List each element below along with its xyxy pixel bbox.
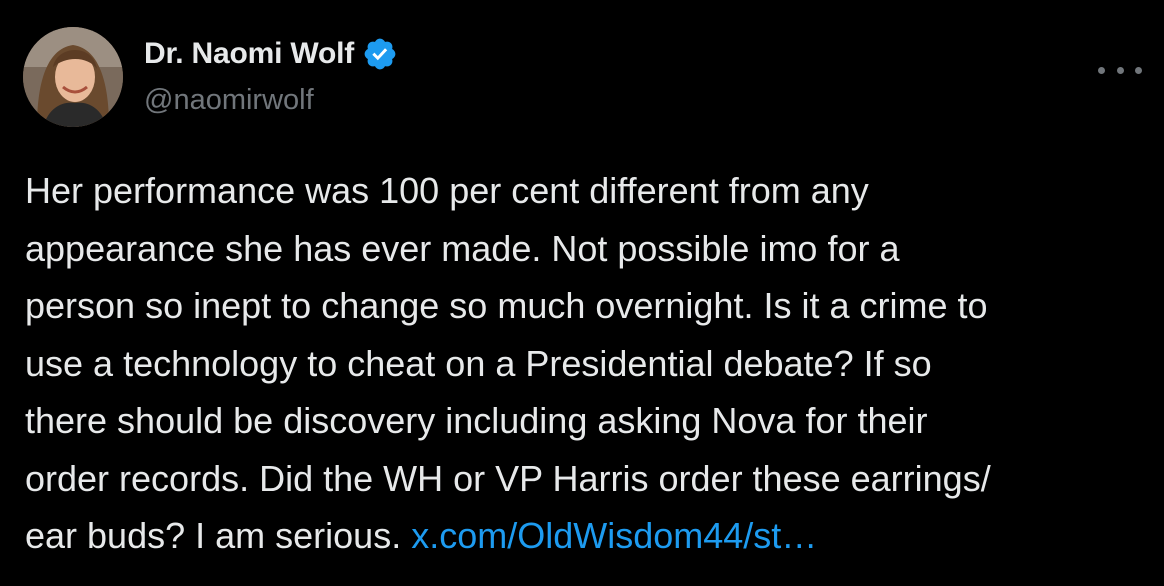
tweet-text-line: appearance she has ever made. Not possib… xyxy=(25,227,900,269)
avatar[interactable] xyxy=(23,27,123,127)
author-handle[interactable]: @naomirwolf xyxy=(144,84,314,117)
tweet: Dr. Naomi Wolf @naomirwolf Her performan… xyxy=(0,0,1164,586)
tweet-text-line: order records. Did the WH or VP Harris o… xyxy=(25,457,991,499)
tweet-text-line: there should be discovery including aski… xyxy=(25,400,928,441)
more-dot xyxy=(1098,66,1105,74)
tweet-link[interactable]: x.com/OldWisdom44/st… xyxy=(411,515,817,556)
verified-badge-icon[interactable] xyxy=(362,36,398,72)
author-display-name[interactable]: Dr. Naomi Wolf xyxy=(144,37,354,71)
tweet-text-line: person so inept to change so much overni… xyxy=(25,285,988,326)
more-dot xyxy=(1135,66,1142,74)
tweet-text: Her performance was 100 per cent differe… xyxy=(25,162,1155,565)
tweet-text-line: Her performance was 100 per cent differe… xyxy=(25,170,869,211)
tweet-text-line: use a technology to cheat on a President… xyxy=(25,342,932,384)
more-dot xyxy=(1116,66,1124,74)
avatar-image xyxy=(23,27,123,127)
tweet-text-last-line: ear buds? I am serious. x.com/OldWisdom4… xyxy=(25,507,1155,565)
more-horizontal-icon[interactable] xyxy=(1098,60,1142,80)
tweet-text-line: ear buds? I am serious. xyxy=(25,515,412,556)
author-name-row: Dr. Naomi Wolf xyxy=(144,34,398,74)
